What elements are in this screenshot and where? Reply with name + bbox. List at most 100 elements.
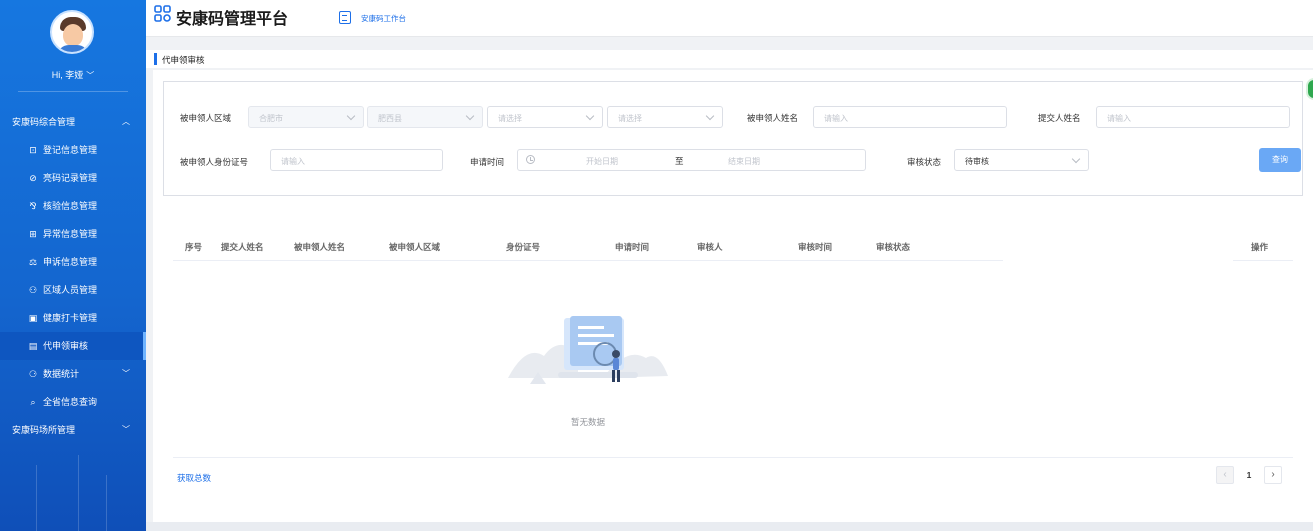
id-number-placeholder: 请输入	[281, 157, 305, 166]
start-date-placeholder: 开始日期	[586, 157, 618, 166]
sidebar-item-verification[interactable]: ⅋ 核验信息管理	[0, 192, 146, 220]
range-separator: 至	[675, 156, 684, 166]
county-select: 肥西县	[367, 106, 483, 128]
village-select[interactable]: 请选择	[607, 106, 723, 128]
avatar-face	[63, 24, 83, 46]
sidebar-item-abnormal[interactable]: ⊞ 异常信息管理	[0, 220, 146, 248]
page-title-bar: 代申领审核	[146, 50, 1313, 68]
submitter-name-input[interactable]: 请输入	[1096, 106, 1290, 128]
footer-divider	[173, 457, 1293, 458]
pager-prev-button[interactable]: ‹	[1216, 466, 1234, 484]
checkin-icon: ▣	[28, 313, 38, 323]
brand-title: 安康码管理平台	[176, 11, 289, 28]
sidebar-item-label: 区域人员管理	[43, 285, 98, 295]
city-value: 合肥市	[259, 114, 283, 123]
end-date-placeholder: 结束日期	[728, 157, 760, 166]
sidebar-item-label: 核验信息管理	[43, 201, 98, 211]
page-title: 代申领审核	[162, 55, 205, 65]
review-icon: ▤	[28, 341, 38, 351]
column-header: 审核人	[697, 242, 723, 252]
column-header: 提交人姓名	[221, 242, 264, 252]
table-header: 序号 提交人姓名 被申领人姓名 被申领人区域 身份证号 申请时间 审核人 审核时…	[173, 233, 1003, 261]
appeal-icon: ⚖	[28, 257, 38, 267]
applicant-name-input[interactable]: 请输入	[813, 106, 1007, 128]
chevron-down-icon: ﹀	[86, 71, 95, 80]
clock-icon	[526, 155, 535, 164]
region-label: 被申领人区域	[180, 113, 232, 123]
sidebar-item-label: 代申领审核	[43, 341, 89, 351]
date-range-picker[interactable]: 开始日期 至 结束日期	[517, 149, 866, 171]
pager-next-button[interactable]: ›	[1264, 466, 1282, 484]
sidebar-decoration	[0, 455, 146, 531]
chevron-down-icon: ﹀	[122, 425, 130, 434]
sidebar-item-registration[interactable]: ⊡ 登记信息管理	[0, 136, 146, 164]
sidebar-item-regional-personnel[interactable]: ⚇ 区域人员管理	[0, 276, 146, 304]
column-header: 申请时间	[615, 242, 650, 252]
chevron-down-icon	[585, 111, 595, 121]
sidebar-item-code-records[interactable]: ⊘ 亮码记录管理	[0, 164, 146, 192]
sidebar-menu: 安康码综合管理 ︿ ⊡ 登记信息管理 ⊘ 亮码记录管理 ⅋ 核验信息管理 ⊞ 异常信息管…	[0, 108, 146, 444]
sidebar-item-label: 亮码记录管理	[43, 173, 98, 183]
user-menu[interactable]: Hi, 李娅 ﹀	[0, 68, 146, 81]
id-number-input[interactable]: 请输入	[270, 149, 443, 171]
people-icon: ⚇	[28, 285, 38, 295]
query-button[interactable]: 查询	[1259, 148, 1301, 172]
submitter-name-label: 提交人姓名	[1038, 113, 1081, 123]
review-status-label: 审核状态	[907, 157, 942, 167]
empty-state-illustration	[508, 316, 668, 384]
id-number-label: 被申领人身份证号	[180, 157, 249, 167]
main-card: 被申领人区域 合肥市 肥西县 请选择 请选择 被申领人姓名 请输入 提交人姓名 …	[153, 70, 1313, 522]
avatar[interactable]	[50, 10, 94, 54]
chevron-down-icon	[465, 111, 475, 121]
county-value: 肥西县	[378, 114, 402, 123]
link-icon: ⊘	[29, 173, 37, 183]
floating-badge[interactable]	[1306, 78, 1313, 100]
review-status-select[interactable]: 待审核	[954, 149, 1089, 171]
column-header: 被申领人姓名	[294, 242, 346, 252]
menu-group-venue[interactable]: 安康码场所管理 ﹀	[0, 416, 146, 444]
sidebar-item-statistics[interactable]: ⚆ 数据统计 ﹀	[0, 360, 146, 388]
column-header: 操作	[1251, 242, 1269, 252]
operations-header: 操作	[1233, 233, 1293, 261]
sidebar-item-health-checkin[interactable]: ▣ 健康打卡管理	[0, 304, 146, 332]
town-select[interactable]: 请选择	[487, 106, 603, 128]
pager-current-page[interactable]: 1	[1240, 466, 1258, 484]
get-total-link[interactable]: 获取总数	[177, 472, 211, 484]
sidebar-item-appeal[interactable]: ⚖ 申诉信息管理	[0, 248, 146, 276]
menu-group-label: 安康码综合管理	[12, 117, 76, 127]
avatar-shirt	[57, 45, 89, 52]
sidebar-item-label: 数据统计	[43, 369, 80, 379]
apply-time-label: 申请时间	[470, 157, 505, 167]
city-select: 合肥市	[248, 106, 364, 128]
verify-icon: ⅋	[29, 201, 37, 211]
empty-state-text: 暂无数据	[570, 417, 605, 427]
column-header: 被申领人区域	[389, 242, 441, 252]
title-marker	[154, 53, 157, 65]
menu-group-comprehensive[interactable]: 安康码综合管理 ︿	[0, 108, 146, 136]
register-icon: ⊡	[29, 145, 37, 155]
qr-code-icon	[154, 5, 171, 22]
column-header: 序号	[185, 242, 203, 252]
sidebar-item-label: 全省信息查询	[43, 397, 98, 407]
sidebar-item-label: 健康打卡管理	[43, 313, 98, 323]
workspace-link[interactable]: 安康码工作台	[361, 13, 406, 24]
sidebar-item-proxy-review[interactable]: ▤ 代申领审核	[0, 332, 146, 360]
abnormal-icon: ⊞	[29, 229, 37, 239]
sidebar-item-label: 登记信息管理	[43, 145, 98, 155]
chevron-down-icon: ﹀	[122, 369, 130, 378]
submitter-name-placeholder: 请输入	[1107, 114, 1131, 123]
top-header: 安康码管理平台 安康码工作台	[146, 0, 1313, 37]
user-greeting: Hi, 李娅	[51, 70, 84, 80]
column-header: 审核时间	[798, 242, 833, 252]
workspace-icon[interactable]	[339, 11, 351, 24]
town-placeholder: 请选择	[498, 114, 522, 123]
statistics-icon: ⚆	[28, 369, 38, 379]
sidebar-divider	[18, 91, 128, 92]
sidebar: Hi, 李娅 ﹀ 安康码综合管理 ︿ ⊡ 登记信息管理 ⊘ 亮码记录管理 ⅋ 核验信息管…	[0, 0, 146, 531]
applicant-name-label: 被申领人姓名	[747, 113, 799, 123]
menu-group-label: 安康码场所管理	[12, 425, 76, 435]
sidebar-item-province-query[interactable]: ⌕ 全省信息查询	[0, 388, 146, 416]
village-placeholder: 请选择	[618, 114, 642, 123]
review-status-value: 待审核	[965, 157, 989, 166]
column-header: 审核状态	[876, 242, 911, 252]
